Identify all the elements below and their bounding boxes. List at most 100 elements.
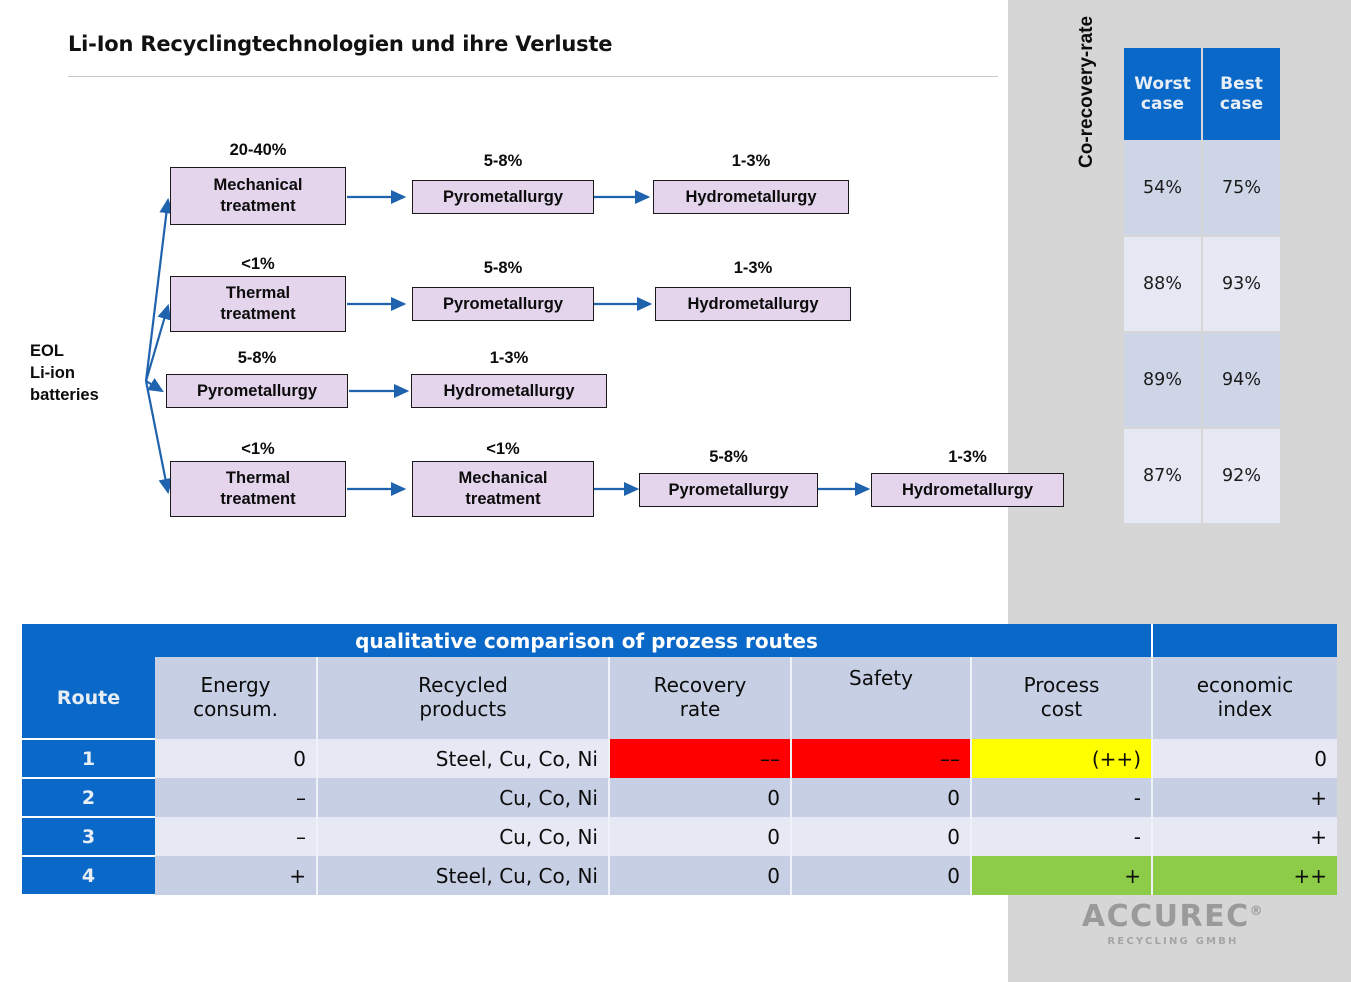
table-header-row: Worst case Best case [1124,48,1280,140]
table-row: 2 – Cu, Co, Ni 0 0 - + [22,778,1337,818]
recovery-best-r4: 92% [1202,428,1280,525]
flow-node-mechanical-treatment-r1[interactable]: Mechanical treatment [170,167,346,225]
header-line2: index [1217,697,1273,721]
cell-index-r2: + [1152,778,1337,817]
flow-node-pyrometallurgy-r2[interactable]: Pyrometallurgy [412,287,594,321]
recovery-worst-r3: 89% [1124,332,1203,429]
column-header-process-cost: Process cost [971,657,1153,739]
logo-wordmark: ACCUREC® [1078,902,1268,932]
row-route-3: 3 [22,817,155,857]
column-header-route: Route [22,657,155,740]
accurec-logo: ACCUREC® RECYCLING GMBH [1078,902,1268,948]
header-line1: Recycled [418,673,508,698]
flow-node-label: Pyrometallurgy [668,480,789,499]
flow-node-label: Thermal treatment [220,284,296,323]
best-case-line2: case [1219,94,1264,114]
cell-safety-r4: 0 [791,856,972,895]
flow-node-thermal-treatment-r2[interactable]: Thermal treatment [170,276,346,332]
loss-label-r1s1: 20-40% [229,141,287,159]
loss-label-r2s3: 1-3% [733,259,773,277]
loss-label-r1s3: 1-3% [731,152,771,170]
cell-safety-r1: –– [791,739,972,778]
flow-node-hydrometallurgy-r4[interactable]: Hydrometallurgy [871,473,1064,507]
table-row: 3 – Cu, Co, Ni 0 0 - + [22,817,1337,857]
header-line1: Process [1023,673,1100,698]
header-line1: economic [1196,673,1294,698]
flow-node-hydrometallurgy-r1[interactable]: Hydrometallurgy [653,180,849,214]
flow-node-pyrometallurgy-r3[interactable]: Pyrometallurgy [166,374,348,408]
loss-label-r4s3: 5-8% [709,448,748,466]
column-header-energy-consumption: Energy consum. [155,657,318,739]
cell-energy-r4: + [155,856,318,895]
cell-products-r1: Steel, Cu, Co, Ni [317,739,610,778]
loss-label-r1s2: 5-8% [483,152,523,170]
recovery-worst-r4: 87% [1124,428,1203,525]
cell-recovery-r4: 0 [609,856,792,895]
eol-text-1: EOL [30,342,64,360]
row-route-4: 4 [22,856,155,896]
flow-node-pyrometallurgy-r4[interactable]: Pyrometallurgy [639,473,818,507]
loss-label-r3s2: 1-3% [489,349,529,367]
flow-node-hydrometallurgy-r2[interactable]: Hydrometallurgy [655,287,851,321]
table-row: 4 + Steel, Cu, Co, Ni 0 0 + ++ [22,856,1337,896]
process-flow-diagram: EOL Li-ion batteries 20-40% Mechanical t… [0,0,1064,600]
cell-energy-r3: – [155,817,318,856]
recovery-worst-r2: 88% [1124,236,1203,333]
cell-products-r3: Cu, Co, Ni [317,817,610,856]
comparison-header-row: Route Energy consum. Recycled products R… [22,657,1337,740]
worst-case-line1: Worst [1134,73,1191,94]
flow-node-label: Hydrometallurgy [443,381,575,400]
flow-node-thermal-treatment-r4[interactable]: Thermal treatment [170,461,346,517]
flow-node-label: Pyrometallurgy [442,294,564,313]
logo-name: ACCUREC [1081,899,1250,934]
flow-node-hydrometallurgy-r3[interactable]: Hydrometallurgy [411,374,607,408]
cell-recovery-r1: –– [609,739,792,778]
cell-products-r4: Steel, Cu, Co, Ni [317,856,610,895]
table-row: 1 0 Steel, Cu, Co, Ni –– –– (++) 0 [22,739,1337,779]
cell-cost-r4: + [971,856,1153,895]
loss-label-r4s4: 1-3% [948,448,987,466]
column-header-worst-case: Worst case [1124,48,1203,140]
column-header-recycled-products: Recycled products [317,657,610,739]
column-header-recovery-rate: Recovery rate [609,657,792,739]
cell-cost-r3: - [971,817,1153,856]
header-line2: rate [679,697,721,721]
header-line2: consum. [193,697,278,721]
cell-cost-r2: - [971,778,1153,817]
registered-trademark-icon: ® [1249,904,1265,919]
recovery-best-r2: 93% [1202,236,1280,333]
loss-label-r3s1: 5-8% [237,349,277,367]
table-row: 54% 75% [1124,140,1280,237]
flow-node-label: Mechanical treatment [458,469,548,508]
flow-node-label: Hydrometallurgy [901,480,1034,499]
flow-node-mechanical-treatment-r4[interactable]: Mechanical treatment [412,461,594,517]
flow-node-label: Pyrometallurgy [196,381,318,400]
header-line1: Energy [200,673,271,698]
comparison-title-spacer [1152,624,1337,657]
cell-energy-r2: – [155,778,318,817]
eol-text-2: Li-ion [30,363,75,382]
cell-index-r3: + [1152,817,1337,856]
cell-recovery-r3: 0 [609,817,792,856]
header-line2: cost [1040,697,1083,721]
table-row: 88% 93% [1124,236,1280,333]
recovery-worst-r1: 54% [1124,140,1203,237]
loss-label-r2s2: 5-8% [483,259,523,277]
table-row: 87% 92% [1124,428,1280,525]
flow-node-label: Mechanical treatment [213,176,303,215]
cell-safety-r3: 0 [791,817,972,856]
flow-node-pyrometallurgy-r1[interactable]: Pyrometallurgy [412,180,594,214]
cell-index-r1: 0 [1152,739,1337,778]
recovery-best-r3: 94% [1202,332,1280,429]
header-line2: products [419,697,507,721]
header-line1: Safety [849,666,913,690]
recovery-best-r1: 75% [1202,140,1280,237]
flow-node-label: Thermal treatment [220,469,296,508]
eol-text-3: batteries [30,385,99,404]
flow-source-label: EOL Li-ion batteries [30,341,99,407]
worst-case-line2: case [1140,94,1185,114]
flow-node-label: Pyrometallurgy [442,187,564,206]
loss-label-r4s1: <1% [241,440,275,458]
loss-label-r4s2: <1% [486,440,520,458]
cell-index-r4: ++ [1152,856,1337,895]
